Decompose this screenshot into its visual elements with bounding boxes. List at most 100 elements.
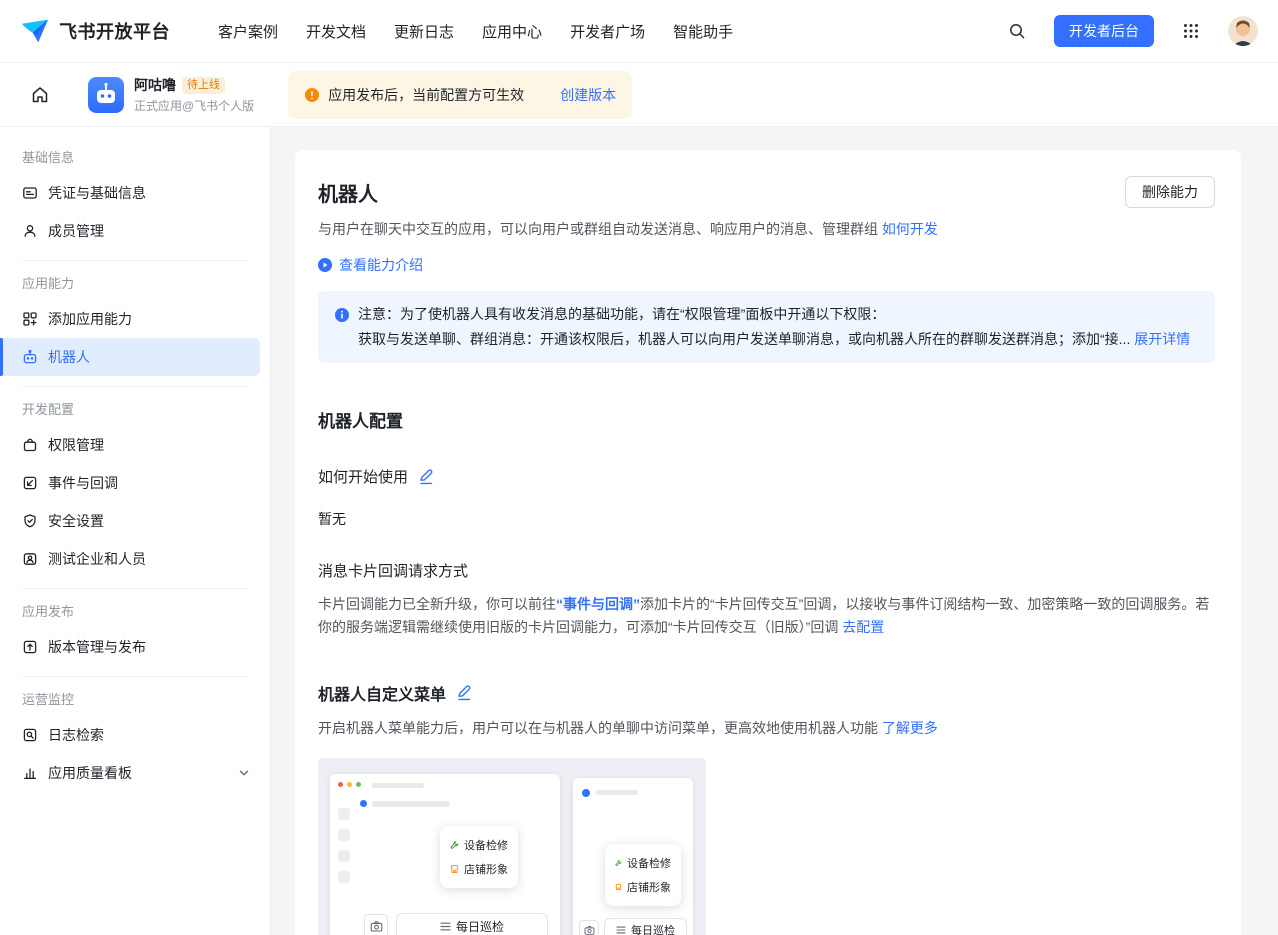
create-version-link[interactable]: 创建版本 <box>560 85 616 105</box>
daily-patrol-button-mock: 每日巡检 <box>604 918 687 935</box>
sidebar-item-label: 应用质量看板 <box>48 763 132 783</box>
how-to-start-label: 如何开始使用 <box>318 466 408 487</box>
mock-menu-item: 设备检修 <box>627 855 671 871</box>
sidebar-item-quality-dashboard[interactable]: 应用质量看板 <box>0 754 270 792</box>
sidebar-section-release: 应用发布 <box>0 589 270 628</box>
sidebar-item-members[interactable]: 成员管理 <box>0 212 270 250</box>
topnav-right: 开发者后台 <box>1001 15 1258 47</box>
sidebar-item-events[interactable]: 事件与回调 <box>0 464 270 502</box>
sidebar-item-credentials[interactable]: 凭证与基础信息 <box>0 174 270 212</box>
daily-patrol-button-mock: 每日巡检 <box>396 913 548 935</box>
sidebar-item-bot[interactable]: 机器人 <box>0 338 260 376</box>
credential-icon <box>22 185 38 201</box>
nav-item-developer-plaza[interactable]: 开发者广场 <box>570 21 645 42</box>
sidebar: 基础信息 凭证与基础信息 成员管理 应用能力 添加应用能 <box>0 127 271 935</box>
nav-item-docs[interactable]: 开发文档 <box>306 21 366 42</box>
dashboard-icon <box>22 765 38 781</box>
bot-capability-card: 机器人 删除能力 与用户在聊天中交互的应用，可以向用户或群组自动发送消息、响应用… <box>295 150 1241 935</box>
sidebar-item-label: 测试企业和人员 <box>48 549 146 569</box>
custom-menu-heading: 机器人自定义菜单 <box>318 681 1215 705</box>
event-callback-icon <box>22 475 38 491</box>
edit-custom-menu-icon[interactable] <box>456 685 472 701</box>
camera-icon <box>579 920 599 935</box>
go-configure-link[interactable]: 去配置 <box>842 619 884 635</box>
brand[interactable]: 飞书开放平台 <box>20 18 170 44</box>
nav-item-app-center[interactable]: 应用中心 <box>482 21 542 42</box>
capability-intro-toggle[interactable]: 查看能力介绍 <box>318 255 1215 275</box>
mock-bottom-button-label: 每日巡检 <box>631 922 675 935</box>
search-icon[interactable] <box>1001 15 1033 47</box>
shop-image-icon <box>450 863 459 875</box>
notice-line2: 获取与发送单聊、群组消息：开通该权限后，机器人可以向用户发送单聊消息，或向机器人… <box>358 331 1130 347</box>
device-repair-icon <box>615 857 622 869</box>
mock-menu-popup: 设备检修 店铺形象 <box>440 826 518 888</box>
mock-menu-popup: 设备检修 店铺形象 <box>605 844 681 906</box>
top-nav-items: 客户案例 开发文档 更新日志 应用中心 开发者广场 智能助手 <box>218 21 733 42</box>
warning-icon <box>304 87 320 103</box>
description-text: 与用户在聊天中交互的应用，可以向用户或群组自动发送消息、响应用户的消息、管理群组 <box>318 221 878 237</box>
sidebar-item-label: 事件与回调 <box>48 473 118 493</box>
sidebar-item-label: 日志检索 <box>48 725 104 745</box>
sidebar-item-label: 安全设置 <box>48 511 104 531</box>
sidebar-item-label: 权限管理 <box>48 435 104 455</box>
custom-menu-illustration: 设备检修 店铺形象 <box>318 758 706 935</box>
sidebar-item-log-search[interactable]: 日志检索 <box>0 716 270 754</box>
expand-details-link[interactable]: 展开详情 <box>1134 331 1190 347</box>
sidebar-section-monitoring: 运营监控 <box>0 677 270 716</box>
menu-icon <box>616 926 626 934</box>
sidebar-item-label: 凭证与基础信息 <box>48 183 146 203</box>
how-to-develop-link[interactable]: 如何开发 <box>882 221 938 237</box>
event-callback-inline-link[interactable]: “事件与回调” <box>556 596 640 612</box>
feishu-logo-icon <box>20 18 50 44</box>
bot-config-title: 机器人配置 <box>318 407 1215 432</box>
edit-how-to-start-icon[interactable] <box>418 469 434 485</box>
main-content: 机器人 删除能力 与用户在聊天中交互的应用，可以向用户或群组自动发送消息、响应用… <box>271 127 1278 935</box>
brand-title: 飞书开放平台 <box>59 18 170 44</box>
sidebar-item-label: 机器人 <box>48 347 90 367</box>
mock-menu-item: 设备检修 <box>464 837 508 853</box>
app-name: 阿咕噜 <box>134 75 176 95</box>
card-callback-heading: 消息卡片回调请求方式 <box>318 560 1215 581</box>
capability-intro-label: 查看能力介绍 <box>339 255 423 275</box>
top-navbar: 飞书开放平台 客户案例 开发文档 更新日志 应用中心 开发者广场 智能助手 开发… <box>0 0 1278 63</box>
info-icon <box>334 307 350 323</box>
how-to-start-heading: 如何开始使用 <box>318 466 1215 487</box>
sidebar-item-add-capability[interactable]: 添加应用能力 <box>0 300 270 338</box>
app-subtitle: 正式应用@飞书个人版 <box>134 97 254 114</box>
sidebar-item-label: 添加应用能力 <box>48 309 132 329</box>
body: 基础信息 凭证与基础信息 成员管理 应用能力 添加应用能 <box>0 127 1278 935</box>
custom-menu-paragraph: 开启机器人菜单能力后，用户可以在与机器人的单聊中访问菜单，更高效地使用机器人功能… <box>318 717 1215 740</box>
sidebar-item-label: 版本管理与发布 <box>48 637 146 657</box>
members-icon <box>22 223 38 239</box>
nav-item-cases[interactable]: 客户案例 <box>218 21 278 42</box>
device-repair-icon <box>450 839 459 851</box>
release-icon <box>22 639 38 655</box>
apps-grid-icon[interactable] <box>1175 15 1207 47</box>
sidebar-item-label: 成员管理 <box>48 221 104 241</box>
mock-left-rail <box>338 808 350 883</box>
test-org-icon <box>22 551 38 567</box>
learn-more-link[interactable]: 了解更多 <box>882 720 938 736</box>
app-meta: 阿咕噜 待上线 正式应用@飞书个人版 <box>134 75 254 114</box>
avatar[interactable] <box>1228 16 1258 46</box>
sidebar-section-capabilities: 应用能力 <box>0 261 270 300</box>
sidebar-section-basic-info: 基础信息 <box>0 135 270 174</box>
developer-backend-button[interactable]: 开发者后台 <box>1054 15 1154 47</box>
sidebar-item-version-release[interactable]: 版本管理与发布 <box>0 628 270 666</box>
app-switcher[interactable]: 阿咕噜 待上线 正式应用@飞书个人版 <box>88 75 254 114</box>
home-icon[interactable] <box>22 77 58 113</box>
bot-description: 与用户在聊天中交互的应用，可以向用户或群组自动发送消息、响应用户的消息、管理群组… <box>318 218 1215 240</box>
custom-menu-label: 机器人自定义菜单 <box>318 681 446 705</box>
custom-menu-text: 开启机器人菜单能力后，用户可以在与机器人的单聊中访问菜单，更高效地使用机器人功能 <box>318 720 882 736</box>
page-title: 机器人 <box>318 178 378 207</box>
delete-capability-button[interactable]: 删除能力 <box>1125 176 1215 208</box>
mock-bottom-button-label: 每日巡检 <box>456 918 504 935</box>
sidebar-item-test-org[interactable]: 测试企业和人员 <box>0 540 270 578</box>
add-capability-icon <box>22 311 38 327</box>
sidebar-item-permissions[interactable]: 权限管理 <box>0 426 270 464</box>
nav-item-changelog[interactable]: 更新日志 <box>394 21 454 42</box>
nav-item-assistant[interactable]: 智能助手 <box>673 21 733 42</box>
sidebar-item-security[interactable]: 安全设置 <box>0 502 270 540</box>
camera-icon <box>364 914 388 935</box>
play-icon <box>318 258 332 272</box>
